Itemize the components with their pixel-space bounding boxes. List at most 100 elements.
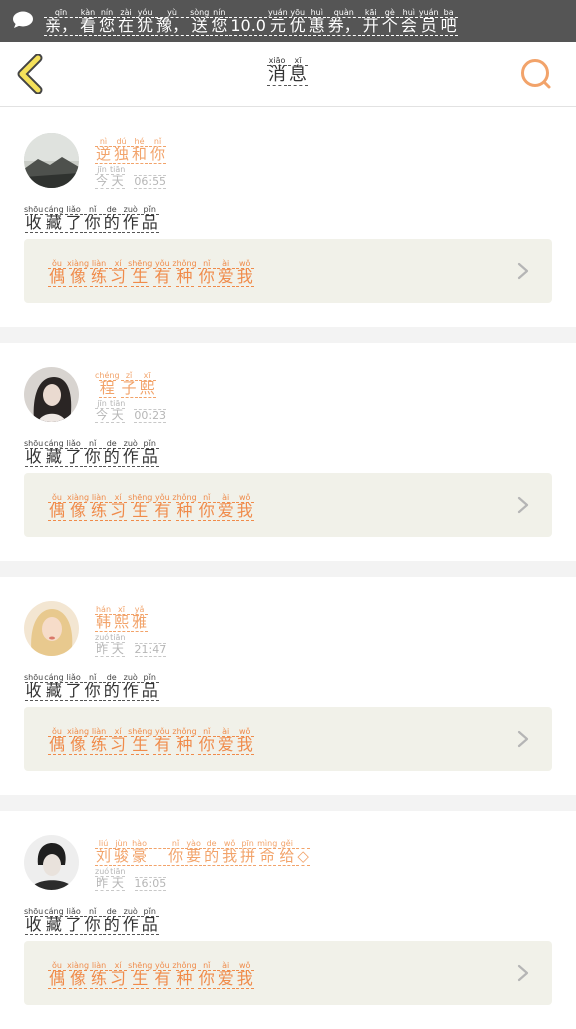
search-icon[interactable] <box>518 56 554 92</box>
ruby-char: nǐ 你 <box>149 137 167 164</box>
ruby-char: wǒ 我 <box>221 839 239 866</box>
username[interactable]: chéng 程 zǐ 子 xī 熙 <box>95 371 157 398</box>
hanzi-text: 要 <box>185 847 203 866</box>
ruby-char: nǐ 你 <box>197 259 216 287</box>
ruby-char: xiàng 像 <box>67 259 89 287</box>
ruby-char: pǐn 品 <box>140 205 159 233</box>
ruby-char: yuán 元 <box>268 8 288 36</box>
card-separator <box>0 561 576 577</box>
avatar[interactable] <box>24 133 79 188</box>
hanzi-text: 生 <box>131 267 150 287</box>
ruby-char: wǒ 我 <box>235 259 254 287</box>
work-link[interactable]: ǒu 偶 xiàng 像 liàn 练 xí 习 shēng 生 yǒu 有 zhǒng 种 nǐ 你 ài 爱 w… <box>24 239 552 303</box>
hanzi-text: 品 <box>140 681 159 701</box>
hanzi-text: 我 <box>221 847 239 866</box>
hanzi-text: 优 <box>288 16 307 36</box>
ruby-char: zhǒng 种 <box>172 727 197 755</box>
pinyin-text: zuó <box>95 867 110 876</box>
hanzi-text: 犹 <box>136 16 155 36</box>
ruby-char: yǒu 有 <box>153 727 172 755</box>
ruby-char: liàn 练 <box>90 259 109 287</box>
username[interactable]: hán 韩 xī 熙 yǎ 雅 <box>95 605 149 632</box>
hanzi-text: 的 <box>102 213 121 233</box>
ruby-char: kāi 开 <box>361 8 380 36</box>
ruby-char: shēng 生 <box>128 727 152 755</box>
hanzi-text: 豪 <box>131 847 149 866</box>
ruby-char: hán 韩 <box>95 605 113 632</box>
work-link[interactable]: ǒu 偶 xiàng 像 liàn 练 xí 习 shēng 生 yǒu 有 zhǒng 种 nǐ 你 ài 爱 w… <box>24 941 552 1005</box>
hanzi-text: 有 <box>153 501 172 521</box>
ruby-char: liú 刘 <box>95 839 113 866</box>
ruby-char: ◇ <box>296 848 310 866</box>
hanzi-text: 你 <box>83 915 102 935</box>
chevron-right-icon <box>517 964 529 982</box>
hanzi-text: 惠 <box>307 16 326 36</box>
day-label: zuó 昨 tiān 天 <box>95 633 127 657</box>
ruby-char: cáng 藏 <box>44 439 64 467</box>
hanzi-text: 在 <box>117 16 136 36</box>
hanzi-text: 雅 <box>131 613 149 632</box>
hanzi-text: 收 <box>24 213 43 233</box>
header-bar: xiāo 消 xī 息 <box>0 42 576 107</box>
hanzi-text: 收 <box>24 447 43 467</box>
ruby-char: zuò 作 <box>121 673 140 701</box>
promo-banner[interactable]: qīn 亲， kàn 看 nín 您 zài 在 yóu 犹 yù 豫， sòng 送 nín 您 10.0 yu… <box>0 0 576 42</box>
hanzi-text: 员 <box>419 16 438 36</box>
hanzi-text: 种 <box>175 735 194 755</box>
hanzi-text: 拼 <box>239 847 257 866</box>
hanzi-text: 了 <box>64 681 83 701</box>
hanzi-text: 我 <box>235 501 254 521</box>
ruby-char: yǎ 雅 <box>131 605 149 632</box>
ruby-char: de 的 <box>203 839 221 866</box>
work-link[interactable]: ǒu 偶 xiàng 像 liàn 练 xí 习 shēng 生 yǒu 有 zhǒng 种 nǐ 你 ài 爱 w… <box>24 707 552 771</box>
hanzi-text: 你 <box>197 969 216 989</box>
hanzi-text: 天 <box>110 876 125 891</box>
hanzi-text: 像 <box>69 969 88 989</box>
ruby-char: ài 爱 <box>216 493 235 521</box>
avatar[interactable] <box>24 835 79 890</box>
ruby-char: nǐ 你 <box>83 673 102 701</box>
ruby-char: yǒu 有 <box>153 259 172 287</box>
work-title: ǒu 偶 xiàng 像 liàn 练 xí 习 shēng 生 yǒu 有 zhǒng 种 nǐ 你 ài 爱 w… <box>48 961 255 989</box>
ruby-char: shēng 生 <box>128 961 152 989</box>
username[interactable]: liú 刘 jùn 骏 hào 豪 nǐ 你 yào 要 de 的 wǒ 我 pīn 拼 mìng 命 gěi 给 ◇ <box>95 839 311 866</box>
hanzi-text: 程 <box>98 379 116 398</box>
work-link[interactable]: ǒu 偶 xiàng 像 liàn 练 xí 习 shēng 生 yǒu 有 zhǒng 种 nǐ 你 ài 爱 w… <box>24 473 552 537</box>
hanzi-text: 骏 <box>113 847 131 866</box>
username[interactable]: nì 逆 dú 独 hé 和 nǐ 你 <box>95 137 167 164</box>
ruby-char: gěi 给 <box>278 839 296 866</box>
ruby-char: zuò 作 <box>121 439 140 467</box>
ruby-char: de 的 <box>102 439 121 467</box>
hanzi-text: 您 <box>210 16 229 36</box>
action-text: shōu 收 cáng 藏 liǎo 了 nǐ 你 de 的 zuò 作 pǐn 品 <box>24 439 160 467</box>
avatar[interactable] <box>24 601 79 656</box>
ruby-char: 10.0 <box>229 17 267 36</box>
hanzi-text: 爱 <box>216 735 235 755</box>
day-label: zuó 昨 tiān 天 <box>95 867 127 891</box>
ruby-char: yǒu 有 <box>153 493 172 521</box>
avatar[interactable] <box>24 367 79 422</box>
ruby-char: huì 会 <box>399 8 418 36</box>
ruby-char: yǒu 有 <box>153 961 172 989</box>
ruby-char: chéng 程 <box>95 371 120 398</box>
chevron-right-icon <box>517 730 529 748</box>
hanzi-text: 作 <box>121 213 140 233</box>
hanzi-text: 券， <box>326 16 361 36</box>
hanzi-text: 10.0 <box>229 16 267 36</box>
ruby-char: zhǒng 种 <box>172 259 197 287</box>
ruby-char: shēng 生 <box>128 493 152 521</box>
ruby-char: gè 个 <box>380 8 399 36</box>
ruby-char: cáng 藏 <box>44 205 64 233</box>
hanzi-text: 藏 <box>44 447 63 467</box>
hanzi-text: 有 <box>153 735 172 755</box>
ruby-char: zuó 昨 <box>95 867 109 891</box>
hanzi-text: 你 <box>83 681 102 701</box>
page-title: xiāo 消 xī 息 <box>0 56 576 86</box>
hanzi-text: 我 <box>235 735 254 755</box>
time-label: 21:47 <box>134 643 167 657</box>
hanzi-text: 作 <box>121 681 140 701</box>
ruby-char: nǐ 你 <box>83 907 102 935</box>
hanzi-text: 亲， <box>44 16 79 36</box>
ruby-char: tiān 天 <box>110 633 126 657</box>
pinyin-text: jīn <box>97 399 107 408</box>
